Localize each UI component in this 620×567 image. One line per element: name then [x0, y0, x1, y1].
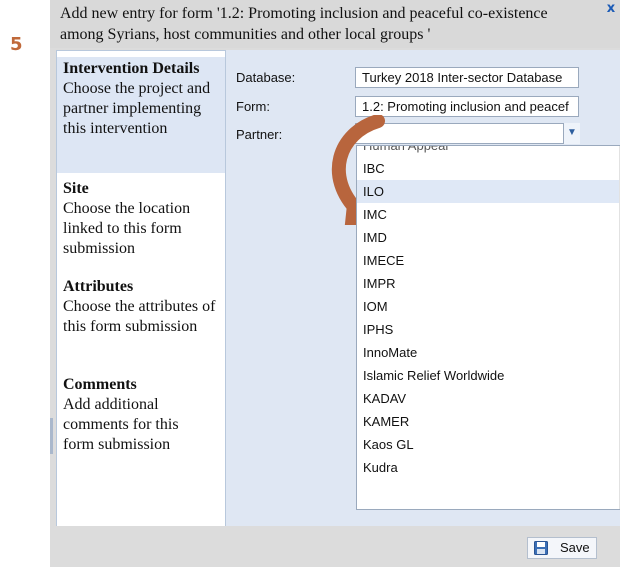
- wizard-nav: Intervention Details Choose the project …: [56, 50, 226, 528]
- nav-item-title: Site: [63, 180, 89, 197]
- list-item[interactable]: Kudra: [357, 456, 619, 479]
- nav-item-title: Intervention Details: [63, 60, 200, 77]
- step-number: 5: [10, 34, 23, 55]
- list-item[interactable]: Islamic Relief Worldwide: [357, 364, 619, 387]
- list-item[interactable]: ILO: [357, 180, 619, 203]
- close-icon[interactable]: x: [604, 2, 618, 16]
- list-item[interactable]: IOM: [357, 295, 619, 318]
- partner-label: Partner:: [236, 127, 283, 142]
- nav-item-description: Choose the attributes of this form submi…: [63, 298, 216, 335]
- list-item[interactable]: Kaos GL: [357, 433, 619, 456]
- list-item[interactable]: IMD: [357, 226, 619, 249]
- list-item[interactable]: Human Appeal: [357, 146, 619, 157]
- nav-item-description: Choose the location linked to this form …: [63, 200, 191, 257]
- list-item[interactable]: InnoMate: [357, 341, 619, 364]
- floppy-disk-icon: [534, 541, 548, 555]
- dialog-titlebar: Add new entry for form '1.2: Promoting i…: [50, 0, 620, 48]
- nav-item-description: Choose the project and partner implement…: [63, 80, 211, 137]
- chevron-down-icon[interactable]: ▼: [563, 123, 580, 144]
- dialog-footer: Save: [50, 526, 620, 567]
- nav-scroll-marker: [50, 418, 53, 454]
- nav-item-site[interactable]: Site Choose the location linked to this …: [57, 179, 225, 271]
- list-item[interactable]: IMPR: [357, 272, 619, 295]
- form-label: Form:: [236, 99, 270, 114]
- nav-item-title: Comments: [63, 376, 137, 393]
- nav-item-description: Add additional comments for this form su…: [63, 396, 179, 453]
- form-field[interactable]: 1.2: Promoting inclusion and peacef: [355, 96, 579, 117]
- nav-item-attributes[interactable]: Attributes Choose the attributes of this…: [57, 277, 225, 369]
- list-item[interactable]: KAMER: [357, 410, 619, 433]
- save-button[interactable]: Save: [527, 537, 597, 559]
- list-item[interactable]: IPHS: [357, 318, 619, 341]
- nav-item-intervention-details[interactable]: Intervention Details Choose the project …: [57, 57, 225, 173]
- list-item[interactable]: IMC: [357, 203, 619, 226]
- list-item[interactable]: KADAV: [357, 387, 619, 410]
- dialog-title: Add new entry for form '1.2: Promoting i…: [60, 5, 548, 43]
- database-label: Database:: [236, 70, 296, 85]
- database-field[interactable]: Turkey 2018 Inter-sector Database: [355, 67, 579, 88]
- list-item[interactable]: IMECE: [357, 249, 619, 272]
- nav-item-title: Attributes: [63, 278, 134, 295]
- save-label: Save: [560, 540, 590, 555]
- add-entry-dialog: Add new entry for form '1.2: Promoting i…: [50, 0, 620, 567]
- nav-item-comments[interactable]: Comments Add additional comments for thi…: [57, 375, 225, 467]
- partner-dropdown-list[interactable]: Human Appeal IBC ILO IMC IMD IMECE IMPR …: [356, 145, 620, 510]
- list-item[interactable]: IBC: [357, 157, 619, 180]
